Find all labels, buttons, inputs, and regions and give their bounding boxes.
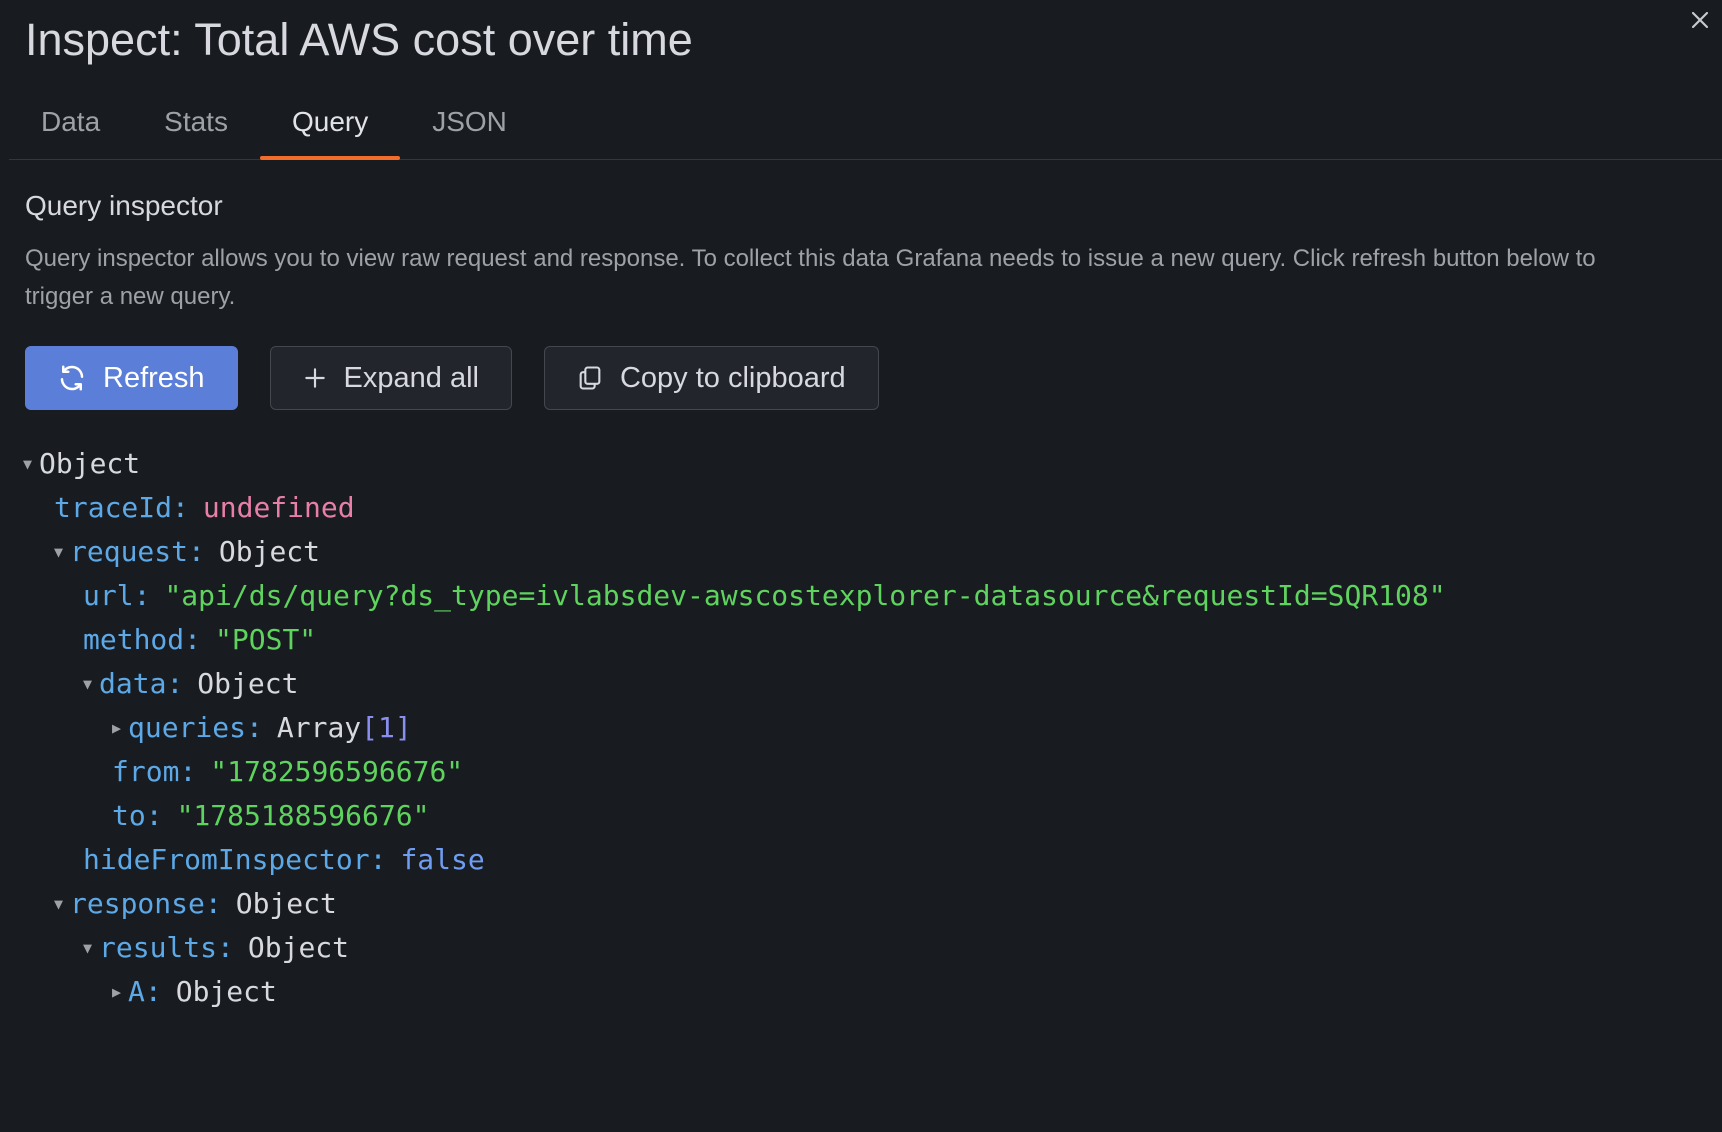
tab-stats[interactable]: Stats (132, 96, 260, 159)
tree-key: data (99, 667, 167, 700)
json-tree: ▼ Object traceId: undefined ▼ request: O… (23, 442, 1446, 1014)
inspector-actions: Refresh Expand all Copy to clipboard (25, 346, 879, 410)
tab-bar: Data Stats Query JSON (9, 96, 1722, 160)
tree-colon: : (188, 535, 205, 568)
tree-type: Object (218, 535, 321, 568)
tree-row-root: ▼ Object (23, 442, 1446, 486)
tree-key: method (83, 623, 185, 656)
tree-colon: : (144, 975, 162, 1008)
tab-query[interactable]: Query (259, 96, 401, 160)
tree-type: Object (175, 975, 277, 1008)
tree-colon: : (369, 843, 387, 876)
tree-colon: : (179, 755, 197, 788)
tree-row-response: ▼ response: Object (23, 882, 1446, 926)
copy-label: Copy to clipboard (619, 361, 846, 394)
tab-data[interactable]: Data (9, 96, 132, 159)
tree-type: Array (276, 711, 362, 744)
expand-all-button[interactable]: Expand all (269, 346, 512, 410)
tree-key: to (112, 799, 146, 832)
tree-key: url (83, 579, 134, 612)
query-inspector-description: Query inspector allows you to view raw r… (25, 245, 1596, 310)
tree-array-length: [1] (361, 711, 412, 744)
tree-row-traceid: traceId: undefined (23, 486, 1446, 530)
expand-all-label: Expand all (343, 361, 479, 394)
tree-type: Object (39, 447, 141, 480)
tree-value: "1785188596676" (176, 799, 430, 832)
tree-row-hidefrominspector: hideFromInspector: false (23, 838, 1446, 882)
expand-arrow-icon[interactable]: ▶ (112, 706, 128, 750)
tree-row-results: ▼ results: Object (23, 926, 1446, 970)
tree-colon: : (246, 711, 263, 744)
collapse-arrow-icon[interactable]: ▼ (23, 442, 39, 486)
tree-key: request (70, 535, 189, 568)
tree-row-a: ▶ A: Object (23, 970, 1446, 1014)
collapse-arrow-icon[interactable]: ▼ (54, 882, 70, 926)
expand-arrow-icon[interactable]: ▶ (112, 970, 128, 1014)
close-button[interactable] (1686, 6, 1714, 34)
tree-colon: : (217, 931, 234, 964)
tree-colon: : (172, 491, 189, 524)
collapse-arrow-icon[interactable]: ▼ (83, 926, 99, 970)
tree-row-queries: ▶ queries: Array [1] (23, 706, 1446, 750)
query-inspector-title: Query inspector (25, 190, 223, 221)
tree-type: Object (247, 931, 350, 964)
tree-colon: : (133, 579, 151, 612)
tree-row-method: method: "POST" (23, 618, 1446, 662)
tree-colon: : (166, 667, 184, 700)
tree-key: hideFromInspector (83, 843, 370, 876)
tree-key: traceId (54, 491, 173, 524)
tab-json[interactable]: JSON (400, 96, 539, 159)
tree-row-to: to: "1785188596676" (23, 794, 1446, 838)
tree-row-url: url: "api/ds/query?ds_type=ivlabsdev-aws… (23, 574, 1446, 618)
tree-value: "POST" (215, 623, 317, 656)
plus-icon (302, 365, 328, 391)
refresh-label: Refresh (103, 361, 205, 394)
tree-key: from (112, 755, 180, 788)
tree-colon: : (145, 799, 163, 832)
tree-key: results (99, 931, 218, 964)
refresh-icon (57, 363, 87, 393)
tree-type: Object (235, 887, 337, 920)
tree-value: undefined (202, 491, 355, 524)
drawer-title: Inspect: Total AWS cost over time (25, 14, 693, 65)
tree-key: queries (128, 711, 247, 744)
tree-key: response (70, 887, 205, 920)
tree-row-from: from: "1782596596676" (23, 750, 1446, 794)
tree-type: Object (197, 667, 299, 700)
refresh-button[interactable]: Refresh (25, 346, 238, 410)
tree-row-data: ▼ data: Object (23, 662, 1446, 706)
copy-icon (576, 364, 604, 392)
collapse-arrow-icon[interactable]: ▼ (54, 530, 70, 574)
copy-to-clipboard-button[interactable]: Copy to clipboard (543, 346, 879, 410)
tree-colon: : (184, 623, 202, 656)
tree-key: A (128, 975, 145, 1008)
collapse-arrow-icon[interactable]: ▼ (83, 662, 99, 706)
close-icon (1691, 11, 1709, 29)
tree-colon: : (204, 887, 222, 920)
tree-value: "api/ds/query?ds_type=ivlabsdev-awscoste… (164, 579, 1446, 612)
tree-value: false (400, 843, 485, 876)
tree-value: "1782596596676" (210, 755, 464, 788)
tree-row-request: ▼ request: Object (23, 530, 1446, 574)
